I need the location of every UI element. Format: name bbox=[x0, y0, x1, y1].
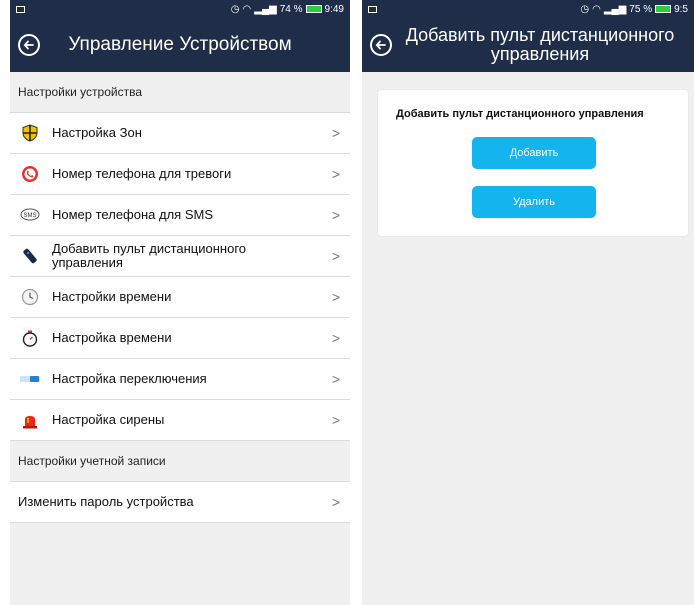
list-item-label: Добавить пульт дистанционного управления bbox=[52, 240, 247, 270]
list-item-switch-settings[interactable]: Настройка переключения > bbox=[10, 359, 350, 400]
chevron-right-icon: > bbox=[331, 289, 340, 305]
list-item-timer-settings[interactable]: Настройка времени > bbox=[10, 318, 350, 359]
add-remote-screen: ◷ ◠ ▂▄▆ 75 % 9:5 Добавить пульт дистанци… bbox=[362, 0, 694, 605]
clock-icon bbox=[20, 287, 40, 307]
list-item-alarm-phone[interactable]: Номер телефона для тревоги > bbox=[10, 154, 350, 195]
list-item-label: Настройка времени bbox=[52, 329, 172, 345]
section-header-device-settings: Настройки устройства bbox=[10, 72, 350, 113]
phone-icon bbox=[20, 164, 40, 184]
page-title: Управление Устройством bbox=[68, 34, 292, 56]
chevron-right-icon: > bbox=[331, 494, 340, 510]
remote-control-icon bbox=[20, 246, 40, 266]
wifi-icon: ◠ bbox=[592, 3, 601, 15]
gallery-icon bbox=[368, 5, 377, 13]
list-item-siren-settings[interactable]: Настройка сирены > bbox=[10, 400, 350, 441]
clock-time: 9:5 bbox=[674, 3, 688, 15]
back-button[interactable] bbox=[18, 34, 40, 56]
gallery-icon bbox=[16, 5, 25, 13]
status-right: ◷ ◠ ▂▄▆ 75 % 9:5 bbox=[580, 4, 688, 15]
status-right: ◷ ◠ ▂▄▆ 74 % 9:49 bbox=[231, 4, 344, 15]
list-item-label: Изменить пароль устройства bbox=[18, 493, 194, 509]
chevron-right-icon: > bbox=[331, 166, 340, 182]
clock-time: 9:49 bbox=[324, 3, 344, 15]
alarm-icon: ◷ bbox=[230, 3, 240, 15]
siren-icon bbox=[20, 410, 40, 430]
list-item-zones[interactable]: Настройка Зон > bbox=[10, 113, 350, 154]
status-bar: ◷ ◠ ▂▄▆ 75 % 9:5 bbox=[362, 0, 694, 18]
battery-icon bbox=[655, 5, 672, 13]
battery-percent: 75 % bbox=[629, 3, 653, 15]
list-item-change-password[interactable]: Изменить пароль устройства > bbox=[10, 482, 350, 523]
add-remote-card: Добавить пульт дистанционного управления… bbox=[378, 90, 688, 236]
list-item-label: Настройка переключения bbox=[52, 370, 207, 386]
arrow-left-icon bbox=[23, 40, 34, 50]
page-title: Добавить пульт дистанционного управления bbox=[405, 25, 675, 64]
signal-icon: ▂▄▆ bbox=[603, 3, 627, 15]
battery-percent: 74 % bbox=[279, 3, 303, 15]
add-button[interactable]: Добавить bbox=[472, 137, 596, 169]
chevron-right-icon: > bbox=[331, 207, 340, 223]
device-management-screen: ◷ ◠ ▂▄▆ 74 % 9:49 Управление Устройством… bbox=[10, 0, 350, 605]
svg-text:SMS: SMS bbox=[23, 213, 36, 219]
chevron-right-icon: > bbox=[331, 412, 340, 428]
back-button[interactable] bbox=[370, 34, 392, 56]
account-settings-list: Изменить пароль устройства > bbox=[10, 482, 350, 523]
delete-button[interactable]: Удалить bbox=[472, 186, 596, 218]
device-settings-list: Настройка Зон > Номер телефона для трево… bbox=[10, 113, 350, 441]
app-bar: Добавить пульт дистанционного управления bbox=[362, 18, 694, 72]
alarm-icon: ◷ bbox=[580, 3, 590, 15]
chevron-right-icon: > bbox=[331, 248, 340, 264]
list-item-label: Номер телефона для SMS bbox=[52, 206, 213, 222]
timer-icon bbox=[20, 328, 40, 348]
zone-shield-icon bbox=[20, 123, 40, 143]
chevron-right-icon: > bbox=[331, 125, 340, 141]
wifi-icon: ◠ bbox=[242, 3, 252, 15]
section-header-account-settings: Настройки учетной записи bbox=[10, 441, 350, 482]
app-bar: Управление Устройством bbox=[10, 18, 350, 72]
list-item-add-remote[interactable]: Добавить пульт дистанционного управления… bbox=[10, 236, 350, 277]
battery-icon bbox=[305, 5, 322, 13]
signal-icon: ▂▄▆ bbox=[254, 3, 277, 15]
sms-icon: SMS bbox=[20, 205, 40, 225]
list-item-time-settings[interactable]: Настройки времени > bbox=[10, 277, 350, 318]
list-item-label: Настройка сирены bbox=[52, 411, 165, 427]
list-item-label: Настройки времени bbox=[52, 288, 172, 304]
chevron-right-icon: > bbox=[331, 371, 340, 387]
list-item-label: Номер телефона для тревоги bbox=[52, 165, 232, 181]
card-title: Добавить пульт дистанционного управления bbox=[396, 108, 644, 120]
list-item-label: Настройка Зон bbox=[52, 124, 142, 140]
chevron-right-icon: > bbox=[331, 330, 340, 346]
status-bar: ◷ ◠ ▂▄▆ 74 % 9:49 bbox=[10, 0, 350, 18]
switch-icon bbox=[20, 369, 40, 389]
arrow-left-icon bbox=[375, 40, 386, 50]
list-item-sms-phone[interactable]: SMS Номер телефона для SMS > bbox=[10, 195, 350, 236]
